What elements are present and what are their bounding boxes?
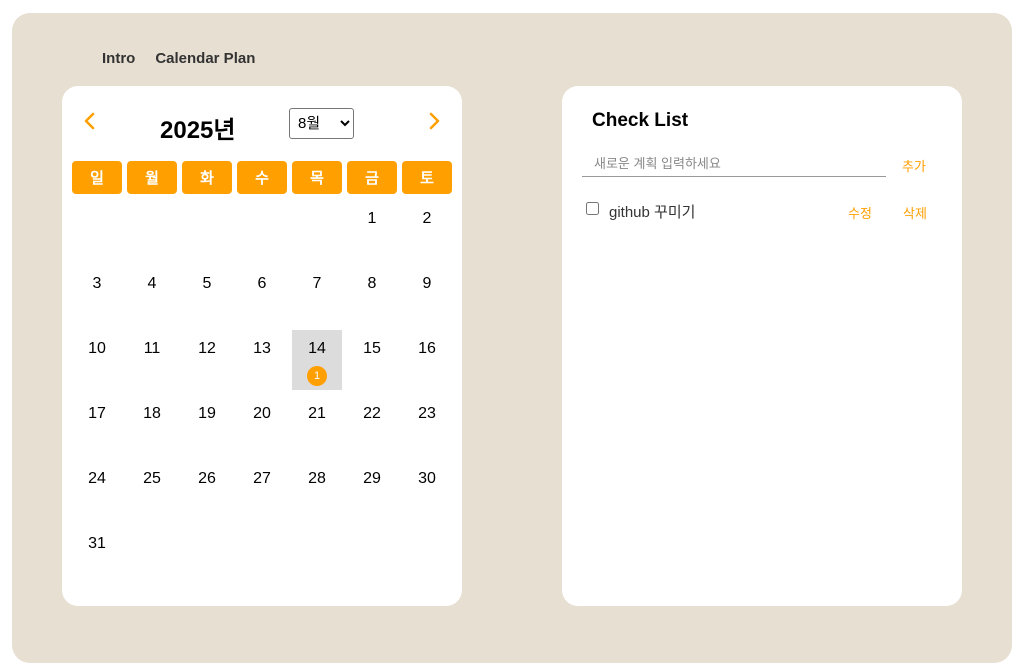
chevron-right-icon: [429, 112, 440, 130]
day-cell-empty: [72, 194, 122, 259]
year-label: 2025년: [160, 117, 236, 144]
day-number: 5: [202, 275, 212, 292]
day-number: 30: [418, 470, 436, 487]
next-month-button[interactable]: [424, 106, 444, 136]
day-cell[interactable]: 21: [292, 389, 342, 454]
day-cell-empty: [292, 194, 342, 259]
delete-button[interactable]: 삭제: [903, 203, 927, 222]
calendar-card: 2025년 8월 일 월 화 수 목 금 토 1 2 3 4 5 6 7 8 9 10 11 12 13…: [62, 86, 462, 606]
day-number: 6: [257, 275, 267, 292]
day-number: 1: [367, 210, 377, 227]
day-cell[interactable]: 16: [402, 324, 452, 389]
day-number: 21: [308, 405, 326, 422]
plan-count-badge: 1: [307, 366, 327, 386]
day-number: 23: [418, 405, 436, 422]
day-number: 27: [253, 470, 271, 487]
day-number: 11: [143, 340, 161, 357]
day-cell[interactable]: 15: [347, 324, 397, 389]
checklist-item-text: github 꾸미기: [609, 204, 696, 221]
checklist-item-checkbox[interactable]: [586, 202, 599, 215]
day-number: 14: [308, 340, 326, 357]
day-cell[interactable]: 17: [72, 389, 122, 454]
prev-month-button[interactable]: [80, 106, 100, 136]
day-cell[interactable]: 10: [72, 324, 122, 389]
day-cell[interactable]: 8: [347, 259, 397, 324]
top-nav: Intro Calendar Plan: [102, 50, 255, 67]
day-cell[interactable]: 26: [182, 454, 232, 519]
day-number: 15: [363, 340, 381, 357]
day-number: 28: [308, 470, 326, 487]
day-number: 26: [198, 470, 216, 487]
day-number: 29: [363, 470, 381, 487]
new-plan-input[interactable]: [582, 151, 886, 177]
checklist-card: Check List 추가 github 꾸미기 수정 삭제: [562, 86, 962, 606]
day-number: 20: [253, 405, 271, 422]
day-number: 22: [363, 405, 381, 422]
day-number: 31: [88, 535, 106, 552]
calendar-days-grid: 1 2 3 4 5 6 7 8 9 10 11 12 13 14 1 15 16 17 18 19 20 21 22 23 24…: [72, 194, 452, 584]
day-number: 4: [147, 275, 157, 292]
day-number: 9: [422, 275, 432, 292]
day-cell[interactable]: 4: [127, 259, 177, 324]
day-cell[interactable]: 11: [127, 324, 177, 389]
day-cell-empty: [182, 194, 232, 259]
day-cell[interactable]: 30: [402, 454, 452, 519]
day-cell[interactable]: 6: [237, 259, 287, 324]
day-number: 24: [88, 470, 106, 487]
day-cell-empty: [237, 194, 287, 259]
edit-button[interactable]: 수정: [848, 203, 872, 222]
checklist-title: Check List: [592, 110, 689, 131]
day-cell[interactable]: 24: [72, 454, 122, 519]
day-number: 3: [92, 275, 102, 292]
day-cell[interactable]: 31: [72, 519, 122, 584]
day-cell[interactable]: 28: [292, 454, 342, 519]
nav-calendar-plan-link[interactable]: Calendar Plan: [155, 50, 255, 67]
nav-intro-link[interactable]: Intro: [102, 50, 135, 67]
weekday-sat: 토: [402, 161, 452, 194]
month-select[interactable]: 8월: [289, 108, 354, 139]
day-cell[interactable]: 22: [347, 389, 397, 454]
day-number: 19: [198, 405, 216, 422]
day-number: 8: [367, 275, 377, 292]
day-cell[interactable]: 3: [72, 259, 122, 324]
day-cell[interactable]: 5: [182, 259, 232, 324]
day-cell[interactable]: 27: [237, 454, 287, 519]
weekday-header: 일 월 화 수 목 금 토: [72, 161, 452, 194]
checklist-item: github 꾸미기 수정 삭제: [586, 201, 936, 225]
weekday-thu: 목: [292, 161, 342, 194]
day-number: 18: [143, 405, 161, 422]
day-cell[interactable]: 20: [237, 389, 287, 454]
weekday-fri: 금: [347, 161, 397, 194]
day-cell[interactable]: 14 1: [292, 324, 342, 390]
weekday-tue: 화: [182, 161, 232, 194]
day-cell-empty: [127, 194, 177, 259]
day-cell[interactable]: 12: [182, 324, 232, 389]
day-cell[interactable]: 23: [402, 389, 452, 454]
day-cell[interactable]: 1: [347, 194, 397, 259]
day-number: 13: [253, 340, 271, 357]
app-frame: Intro Calendar Plan 2025년 8월 일 월 화 수 목 금…: [12, 13, 1012, 663]
day-number: 12: [198, 340, 216, 357]
day-number: 16: [418, 340, 436, 357]
chevron-left-icon: [84, 112, 95, 130]
day-number: 17: [88, 405, 106, 422]
day-cell[interactable]: 9: [402, 259, 452, 324]
day-number: 7: [312, 275, 322, 292]
day-cell[interactable]: 2: [402, 194, 452, 259]
weekday-sun: 일: [72, 161, 122, 194]
day-cell[interactable]: 7: [292, 259, 342, 324]
weekday-mon: 월: [127, 161, 177, 194]
day-cell[interactable]: 13: [237, 324, 287, 389]
day-number: 2: [422, 210, 432, 227]
day-cell[interactable]: 29: [347, 454, 397, 519]
day-number: 25: [143, 470, 161, 487]
add-button[interactable]: 추가: [902, 156, 926, 175]
weekday-wed: 수: [237, 161, 287, 194]
day-cell[interactable]: 18: [127, 389, 177, 454]
day-number: 10: [88, 340, 106, 357]
day-cell[interactable]: 19: [182, 389, 232, 454]
day-cell[interactable]: 25: [127, 454, 177, 519]
